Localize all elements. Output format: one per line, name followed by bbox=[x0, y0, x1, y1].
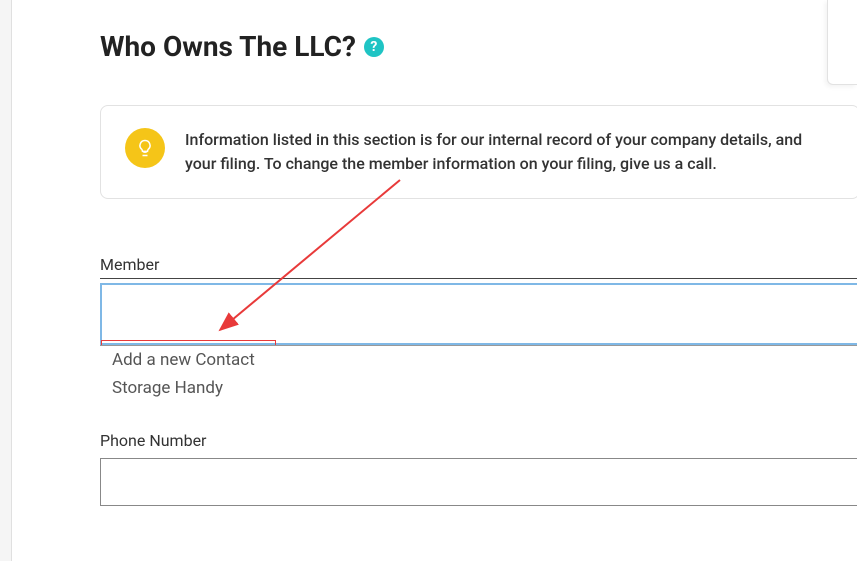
member-label: Member bbox=[100, 255, 857, 279]
top-panel-fragment bbox=[827, 0, 857, 85]
lightbulb-icon bbox=[125, 128, 165, 168]
help-icon[interactable]: ? bbox=[364, 37, 384, 57]
sidebar-edge bbox=[0, 0, 12, 561]
phone-input[interactable] bbox=[100, 458, 857, 506]
info-card: Information listed in this section is fo… bbox=[100, 105, 857, 199]
member-input[interactable] bbox=[100, 283, 857, 345]
dropdown-option-storage-handy[interactable]: Storage Handy bbox=[100, 374, 857, 402]
dropdown-option-add-contact[interactable]: Add a new Contact bbox=[100, 346, 857, 374]
member-dropdown: Add a new Contact Storage Handy bbox=[100, 283, 857, 345]
phone-label: Phone Number bbox=[100, 431, 857, 454]
member-dropdown-list: Add a new Contact Storage Handy bbox=[100, 345, 857, 402]
title-row: Who Owns The LLC? ? bbox=[100, 30, 857, 63]
main-content: Who Owns The LLC? ? Information listed i… bbox=[0, 0, 857, 506]
info-text: Information listed in this section is fo… bbox=[185, 128, 835, 176]
page-title: Who Owns The LLC? bbox=[100, 30, 356, 63]
